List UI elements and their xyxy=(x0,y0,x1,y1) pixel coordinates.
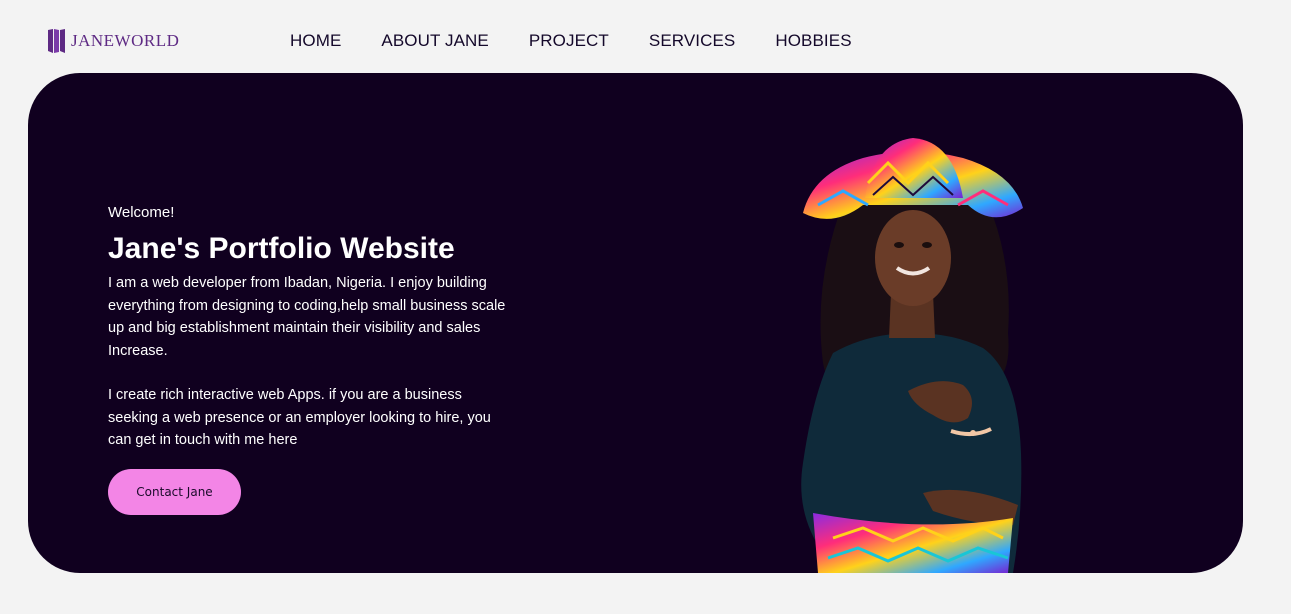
nav-services[interactable]: SERVICES xyxy=(649,31,735,51)
brand-logo[interactable]: JANEWORLD xyxy=(47,28,179,54)
jw-monogram-icon xyxy=(48,29,65,53)
contact-jane-button[interactable]: Contact Jane xyxy=(108,469,241,515)
nav-project[interactable]: PROJECT xyxy=(529,31,609,51)
welcome-text: Welcome! xyxy=(108,204,175,221)
brand-name: JANEWORLD xyxy=(71,31,180,50)
top-navigation-bar: JANEWORLD HOME ABOUT JANE PROJECT SERVIC… xyxy=(0,0,1291,73)
hero-text-block: Welcome! Jane's Portfolio Website I am a… xyxy=(108,204,508,452)
nav-home[interactable]: HOME xyxy=(290,31,341,51)
hero-intro-paragraph: I am a web developer from Ibadan, Nigeri… xyxy=(108,275,506,359)
nav-hobbies[interactable]: HOBBIES xyxy=(775,31,851,51)
hero-section: Welcome! Jane's Portfolio Website I am a… xyxy=(28,73,1243,573)
hero-title: Jane's Portfolio Website xyxy=(108,232,455,265)
portrait-image xyxy=(801,138,1023,573)
hero-cta-paragraph: I create rich interactive web Apps. if y… xyxy=(108,387,491,448)
main-nav: HOME ABOUT JANE PROJECT SERVICES HOBBIES xyxy=(290,31,892,51)
nav-about-jane[interactable]: ABOUT JANE xyxy=(381,31,488,51)
